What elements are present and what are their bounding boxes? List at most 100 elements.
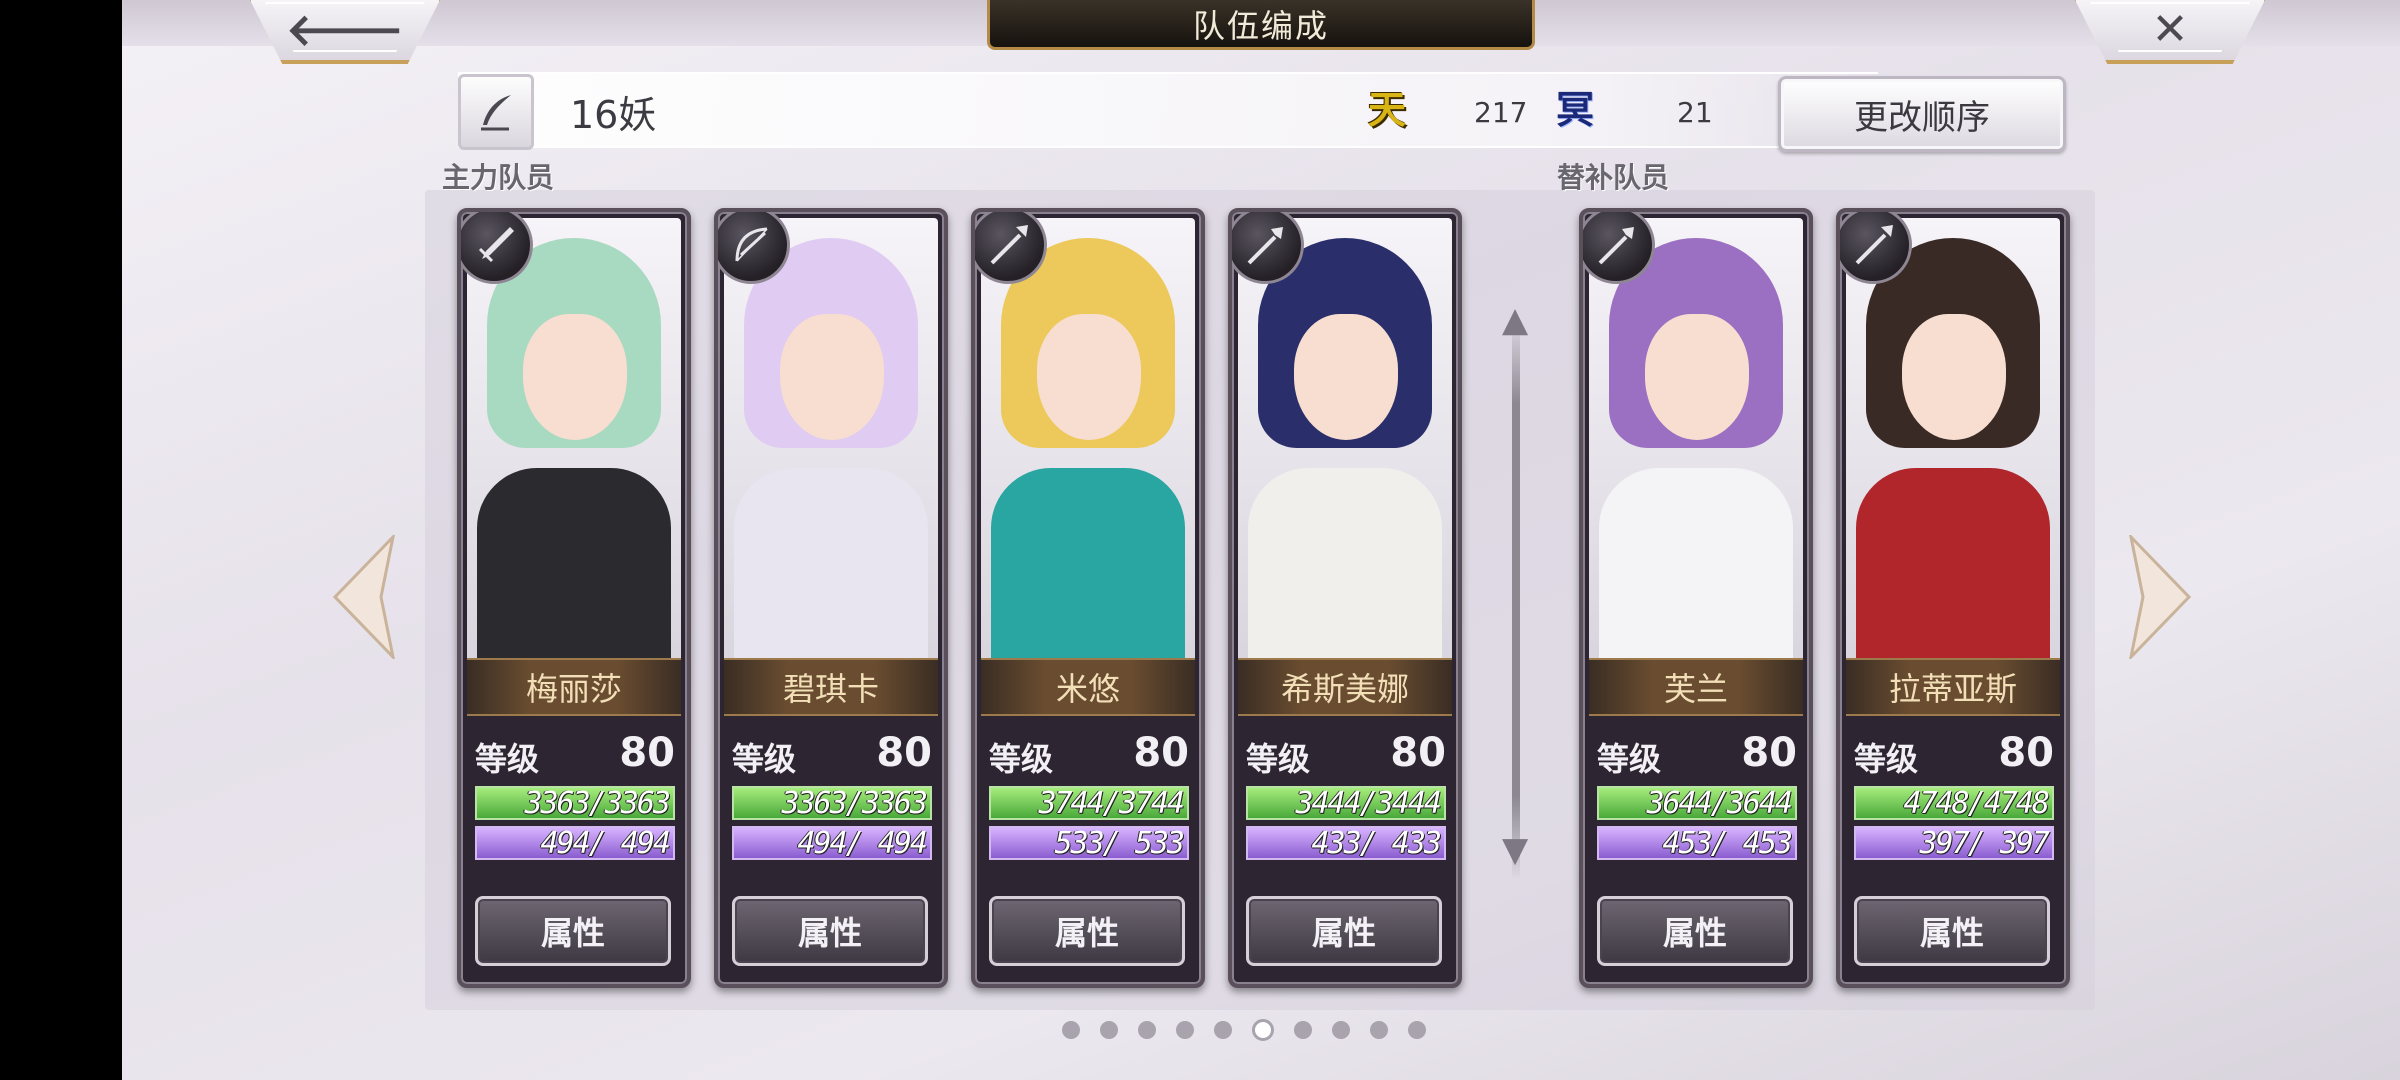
edit-team-name-button[interactable] bbox=[458, 74, 534, 150]
portrait-face bbox=[1902, 314, 2006, 440]
level-value: 80 bbox=[876, 730, 932, 776]
page-dot[interactable] bbox=[1176, 1021, 1194, 1039]
page-dot[interactable] bbox=[1062, 1021, 1080, 1039]
next-page-arrow[interactable] bbox=[2127, 535, 2193, 659]
mp-text: 433/ 433 bbox=[1295, 826, 1442, 861]
divider-down-icon: ▼ bbox=[1502, 830, 1529, 870]
back-button[interactable]: 🡐 bbox=[247, 0, 443, 64]
tian-icon: 天 bbox=[1368, 88, 1407, 132]
reorder-button[interactable]: 更改顺序 bbox=[1778, 76, 2066, 152]
portrait-body bbox=[991, 468, 1185, 666]
page-dot[interactable] bbox=[1138, 1021, 1156, 1039]
character-name: 米悠 bbox=[981, 658, 1195, 716]
level-row: 等级 80 bbox=[1854, 728, 2054, 778]
team-name-bar bbox=[458, 72, 1878, 148]
character-portrait[interactable] bbox=[1589, 218, 1803, 666]
member-card[interactable]: 拉蒂亚斯 等级 80 4748/4748 397/ 397 属性 bbox=[1836, 208, 2070, 988]
hp-text: 3444/3444 bbox=[1295, 786, 1442, 821]
character-portrait[interactable] bbox=[467, 218, 681, 666]
level-row: 等级 80 bbox=[475, 728, 675, 778]
mp-bar: 494/ 494 bbox=[732, 826, 932, 861]
page-dot[interactable] bbox=[1252, 1019, 1274, 1041]
hp-text: 3744/3744 bbox=[1038, 786, 1185, 821]
level-value: 80 bbox=[1741, 730, 1797, 776]
portrait-body bbox=[1599, 468, 1793, 666]
page-dot[interactable] bbox=[1332, 1021, 1350, 1039]
game-screen: 🡐 队伍编成 ✕ 16妖 天 217 冥 21 更改顺序 主力队员 替补队员 ▲… bbox=[122, 0, 2400, 1080]
character-portrait[interactable] bbox=[1238, 218, 1452, 666]
close-icon: ✕ bbox=[2151, 3, 2189, 55]
portrait-body bbox=[1856, 468, 2050, 666]
level-label: 等级 bbox=[732, 740, 797, 778]
hp-text: 3644/3644 bbox=[1646, 786, 1793, 821]
hp-bar: 3363/3363 bbox=[475, 786, 675, 821]
ming-icon: 冥 bbox=[1556, 88, 1595, 132]
attributes-button[interactable]: 属性 bbox=[1854, 896, 2050, 966]
character-name: 希斯美娜 bbox=[1238, 658, 1452, 716]
title-plate: 队伍编成 bbox=[987, 0, 1535, 50]
mp-text: 397/ 397 bbox=[1903, 826, 2050, 861]
section-divider bbox=[1512, 320, 1520, 880]
level-value: 80 bbox=[1998, 730, 2054, 776]
level-label: 等级 bbox=[475, 740, 540, 778]
prev-page-arrow[interactable] bbox=[331, 535, 397, 659]
character-portrait[interactable] bbox=[724, 218, 938, 666]
portrait-face bbox=[1037, 314, 1141, 440]
main-members-label: 主力队员 bbox=[442, 161, 555, 194]
hp-text: 3363/3363 bbox=[781, 786, 928, 821]
level-row: 等级 80 bbox=[1597, 728, 1797, 778]
character-name: 梅丽莎 bbox=[467, 658, 681, 716]
hp-bar: 3744/3744 bbox=[989, 786, 1189, 821]
character-portrait[interactable] bbox=[981, 218, 1195, 666]
divider-up-icon: ▲ bbox=[1502, 300, 1529, 340]
portrait-body bbox=[1248, 468, 1442, 666]
member-card[interactable]: 芙兰 等级 80 3644/3644 453/ 453 属性 bbox=[1579, 208, 1813, 988]
member-card[interactable]: 梅丽莎 等级 80 3363/3363 494/ 494 属性 bbox=[457, 208, 691, 988]
page-title: 队伍编成 bbox=[1192, 6, 1329, 45]
mp-text: 533/ 533 bbox=[1038, 826, 1185, 861]
page-dot[interactable] bbox=[1294, 1021, 1312, 1039]
hp-bar: 3444/3444 bbox=[1246, 786, 1446, 821]
level-value: 80 bbox=[619, 730, 675, 776]
character-portrait[interactable] bbox=[1846, 218, 2060, 666]
mp-bar: 533/ 533 bbox=[989, 826, 1189, 861]
attributes-button[interactable]: 属性 bbox=[1246, 896, 1442, 966]
page-dot[interactable] bbox=[1100, 1021, 1118, 1039]
member-card[interactable]: 米悠 等级 80 3744/3744 533/ 533 属性 bbox=[971, 208, 1205, 988]
page-dot[interactable] bbox=[1370, 1021, 1388, 1039]
level-value: 80 bbox=[1133, 730, 1189, 776]
arrow-left-icon: 🡐 bbox=[286, 5, 404, 56]
character-name: 碧琪卡 bbox=[724, 658, 938, 716]
hp-text: 3363/3363 bbox=[524, 786, 671, 821]
mp-bar: 494/ 494 bbox=[475, 826, 675, 861]
attributes-button[interactable]: 属性 bbox=[475, 896, 671, 966]
member-card[interactable]: 希斯美娜 等级 80 3444/3444 433/ 433 属性 bbox=[1228, 208, 1462, 988]
portrait-face bbox=[780, 314, 884, 440]
close-button[interactable]: ✕ bbox=[2072, 0, 2268, 64]
sub-members-label: 替补队员 bbox=[1557, 161, 1670, 194]
level-label: 等级 bbox=[1597, 740, 1662, 778]
hp-bar: 3644/3644 bbox=[1597, 786, 1797, 821]
hp-bar: 3363/3363 bbox=[732, 786, 932, 821]
level-value: 80 bbox=[1390, 730, 1446, 776]
level-label: 等级 bbox=[1854, 740, 1919, 778]
portrait-face bbox=[1294, 314, 1398, 440]
mp-bar: 453/ 453 bbox=[1597, 826, 1797, 861]
level-label: 等级 bbox=[1246, 740, 1311, 778]
mp-bar: 397/ 397 bbox=[1854, 826, 2054, 861]
pagination bbox=[1062, 1018, 1426, 1042]
level-row: 等级 80 bbox=[732, 728, 932, 778]
attributes-button[interactable]: 属性 bbox=[1597, 896, 1793, 966]
member-card[interactable]: 碧琪卡 等级 80 3363/3363 494/ 494 属性 bbox=[714, 208, 948, 988]
mp-text: 494/ 494 bbox=[524, 826, 671, 861]
mp-bar: 433/ 433 bbox=[1246, 826, 1446, 861]
attributes-button[interactable]: 属性 bbox=[732, 896, 928, 966]
portrait-face bbox=[1645, 314, 1749, 440]
page-dot[interactable] bbox=[1408, 1021, 1426, 1039]
page-dot[interactable] bbox=[1214, 1021, 1232, 1039]
level-label: 等级 bbox=[989, 740, 1054, 778]
portrait-body bbox=[477, 468, 671, 666]
hp-text: 4748/4748 bbox=[1903, 786, 2050, 821]
attributes-button[interactable]: 属性 bbox=[989, 896, 1185, 966]
portrait-face bbox=[523, 314, 627, 440]
